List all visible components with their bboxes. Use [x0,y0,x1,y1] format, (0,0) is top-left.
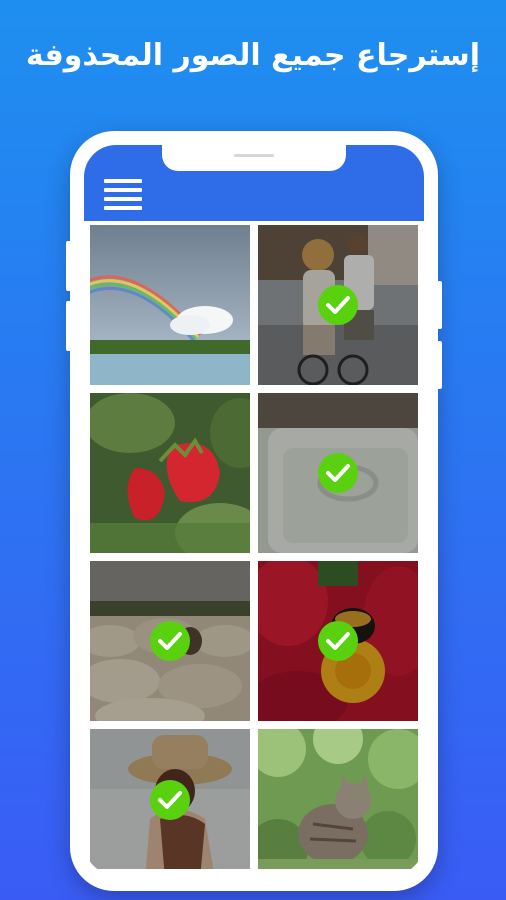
check-icon [318,453,358,493]
check-icon [318,285,358,325]
check-icon [150,780,190,820]
app-header [84,145,424,221]
cat-garden-image [258,729,418,869]
photo-tile[interactable] [258,729,418,869]
photo-tile[interactable] [90,561,250,721]
phone-frame [66,131,442,891]
check-icon [150,621,190,661]
photo-tile[interactable] [90,393,250,553]
check-icon [318,621,358,661]
phone-screen [84,145,424,875]
photo-tile[interactable] [258,393,418,553]
photo-tile[interactable] [258,561,418,721]
side-button [437,341,442,389]
photo-tile[interactable] [90,729,250,869]
power-button [437,281,442,329]
rainbow-lake-image [90,225,250,385]
photo-tile[interactable] [90,225,250,385]
photo-tile[interactable] [258,225,418,385]
hamburger-menu-icon[interactable] [104,179,142,210]
volume-down-button [66,301,71,351]
phone-notch [162,145,346,171]
speaker-grill [234,154,274,157]
volume-up-button [66,241,71,291]
strawberries-image [90,393,250,553]
headline: إسترجاع جميع الصور المحذوفة [25,38,481,73]
